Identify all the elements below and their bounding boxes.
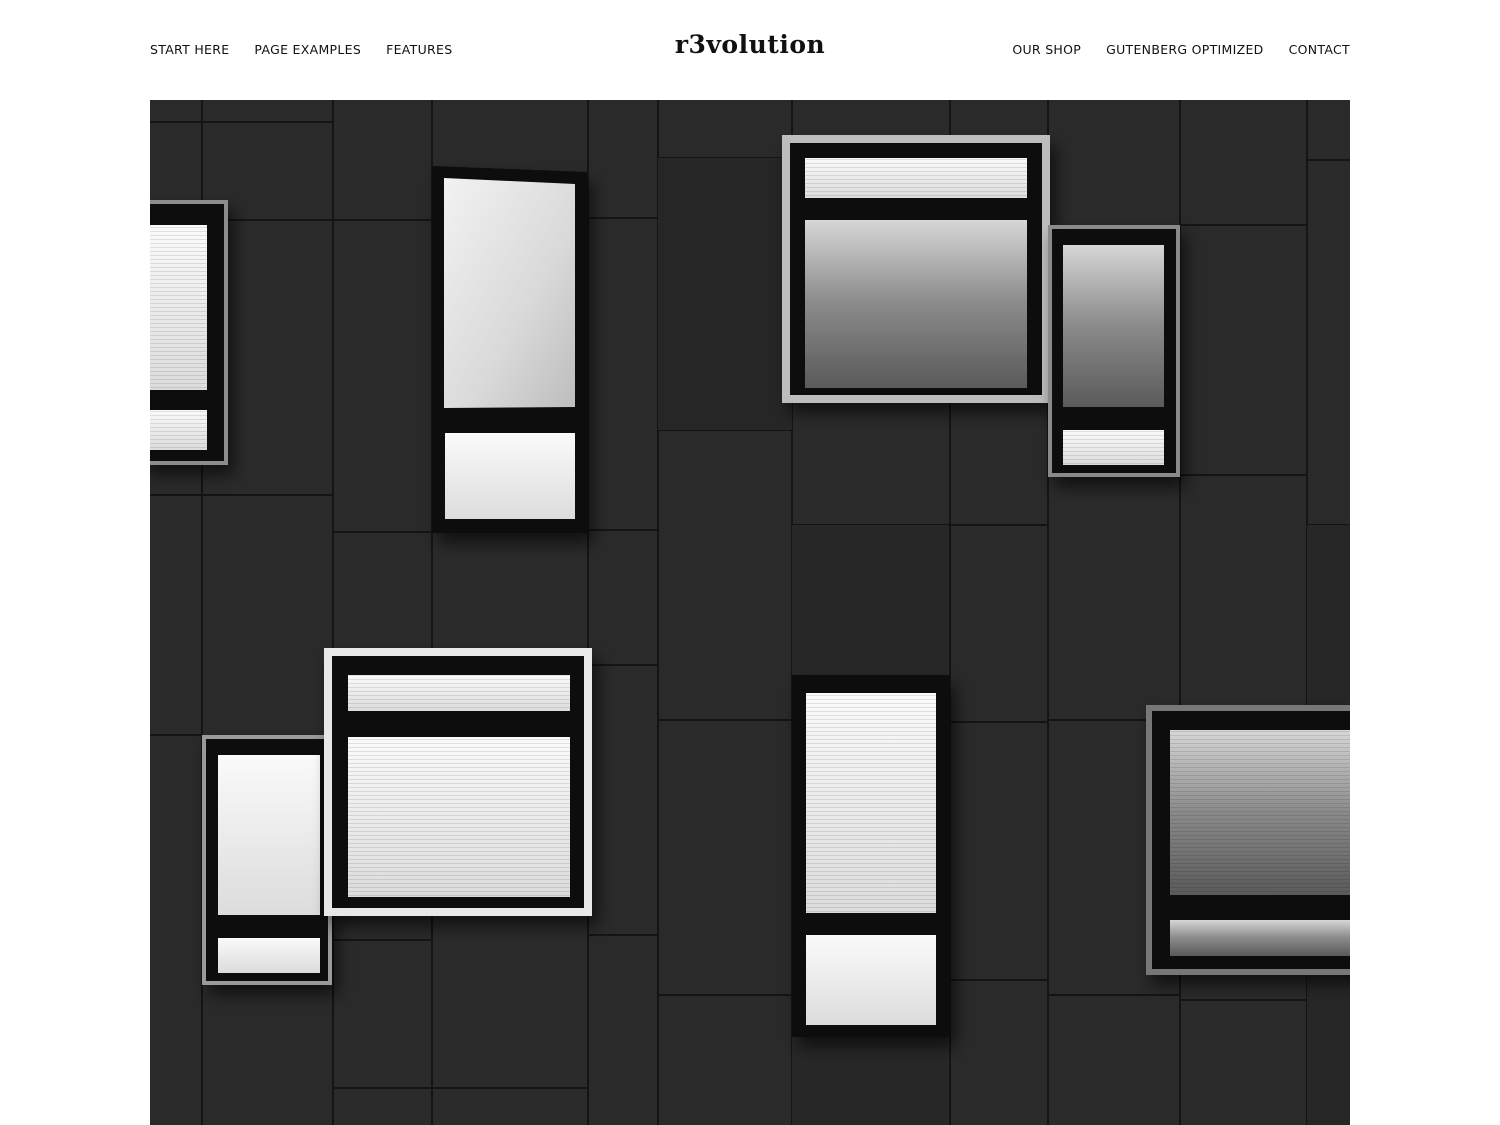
window-small-lower-left [202,735,332,985]
nav-gutenberg-optimized[interactable]: GUTENBERG OPTIMIZED [1106,42,1264,57]
window-lower-right-cropped [1146,705,1350,975]
window-left-cropped [150,200,228,465]
primary-nav-right: OUR SHOP GUTENBERG OPTIMIZED CONTACT [1012,42,1350,57]
nav-contact[interactable]: CONTACT [1289,42,1350,57]
window-tall-upper [432,166,587,533]
window-tall-lower [792,675,950,1037]
facade-photo [150,100,1350,1125]
hero-image [150,100,1350,1125]
window-square-lower [324,648,592,916]
window-narrow-upper-right [1048,225,1180,477]
site-header: START HERE PAGE EXAMPLES FEATURES r3volu… [150,0,1350,100]
window-square-upper [782,135,1050,403]
nav-our-shop[interactable]: OUR SHOP [1012,42,1081,57]
